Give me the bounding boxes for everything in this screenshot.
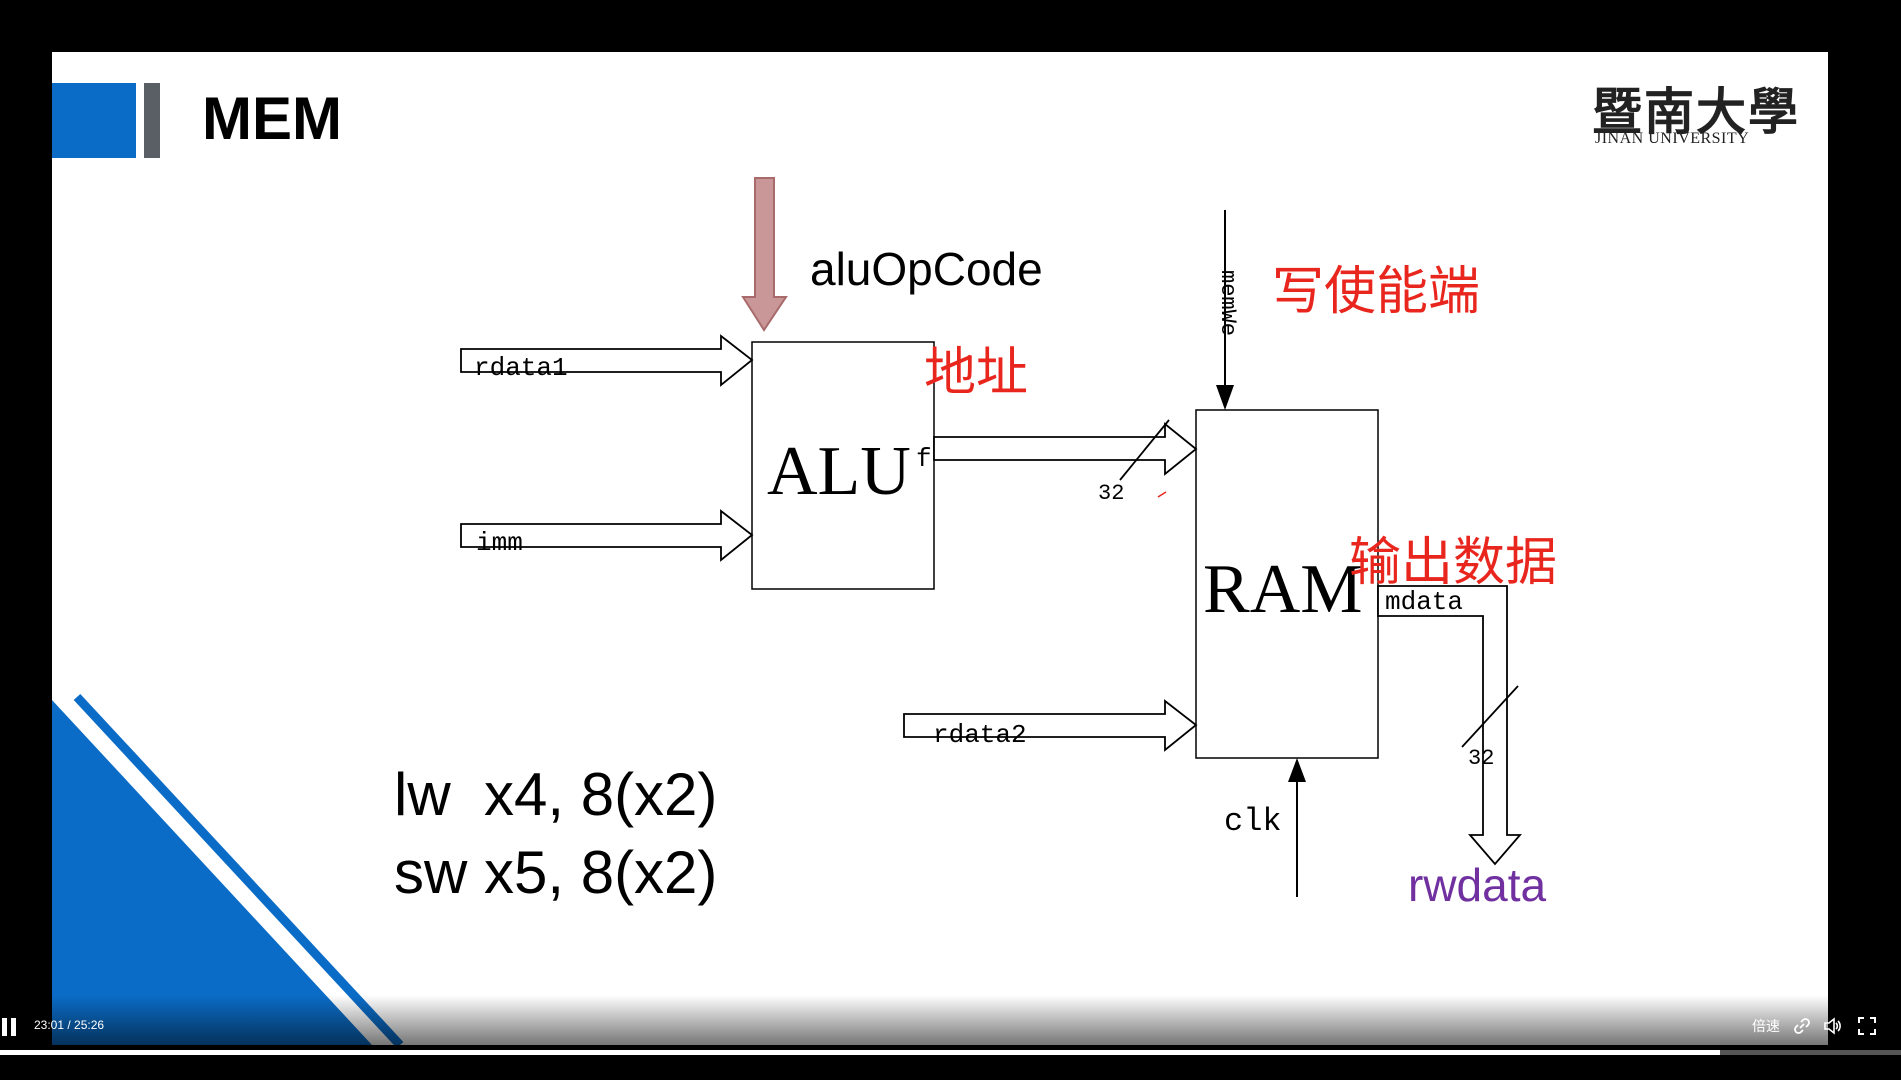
rdata1-label: rdata1 <box>474 353 568 383</box>
pause-icon[interactable] <box>2 1018 16 1036</box>
progress-fill <box>0 1050 1721 1055</box>
timecode: 23:01 / 25:26 <box>34 1018 105 1032</box>
aluopcode-label: aluOpCode <box>810 243 1043 295</box>
alu-label: ALU <box>767 433 911 510</box>
player-control-bar <box>0 995 1901 1080</box>
fullscreen-icon[interactable] <box>1857 1016 1877 1036</box>
datapath-diagram: aluOpCode rdata1 imm ALU 地址 f 32 写使能端 me… <box>52 177 1557 1045</box>
red-cursor-mark <box>1157 491 1167 498</box>
aluopcode-arrow <box>741 177 788 332</box>
link-icon[interactable] <box>1792 1016 1812 1036</box>
f-label: f <box>916 444 932 474</box>
code-line-sw: sw x5, 8(x2) <box>394 839 718 906</box>
playback-speed-button[interactable]: 倍速 <box>1752 1016 1780 1036</box>
clk-label: clk <box>1224 803 1282 840</box>
mdata-bus-arrow <box>1377 585 1522 866</box>
slide: MEM 暨南大學 JINAN UNIVERSITY aluOpCode rdat… <box>52 52 1828 1045</box>
address-annotation: 地址 <box>924 343 1028 403</box>
memwe-label: memWe <box>1215 270 1240 336</box>
rwdata-label: rwdata <box>1408 859 1546 911</box>
clk-arrowhead <box>1288 758 1306 782</box>
progress-bar[interactable] <box>0 1050 1901 1055</box>
f-bus-width-label: 32 <box>1098 481 1124 506</box>
code-line-lw: lw x4, 8(x2) <box>394 761 718 828</box>
mdata-label: mdata <box>1385 587 1463 617</box>
write-enable-annotation: 写使能端 <box>1272 262 1480 322</box>
decor-blue-triangle <box>52 700 372 1045</box>
rdata2-label: rdata2 <box>933 720 1027 750</box>
memwe-arrowhead <box>1216 385 1234 410</box>
mdata-bus-width-label: 32 <box>1468 746 1494 771</box>
imm-label: imm <box>476 528 523 558</box>
ram-label: RAM <box>1203 551 1362 628</box>
f-bus-arrow <box>933 422 1198 476</box>
output-data-annotation: 输出数据 <box>1349 533 1557 593</box>
volume-icon[interactable] <box>1823 1016 1843 1036</box>
